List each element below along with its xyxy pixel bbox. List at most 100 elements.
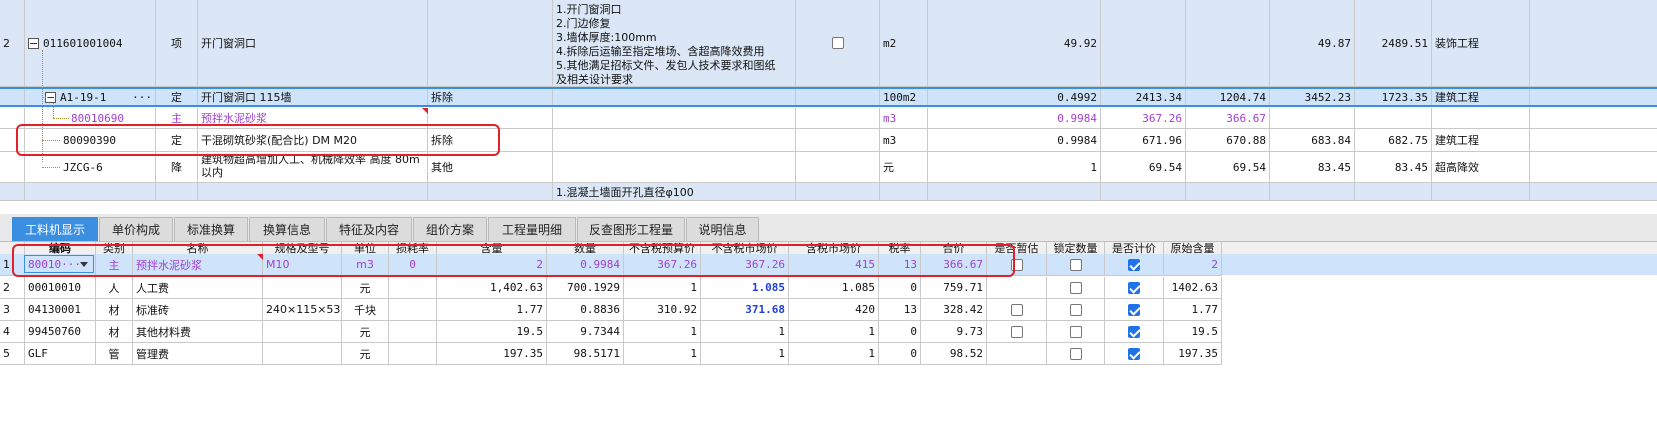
- content-cell[interactable]: 1.77: [437, 299, 547, 320]
- checked-checkbox[interactable]: [1128, 303, 1140, 316]
- tax-cell[interactable]: 13: [879, 254, 921, 275]
- loss-cell[interactable]: [389, 321, 437, 342]
- table-row[interactable]: 80090390 定 干混砌筑砂浆(配合比) DM M20 拆除 m3 0.99…: [0, 129, 1657, 151]
- features-cell[interactable]: 1.混凝土墙面开孔直径φ100: [553, 183, 796, 200]
- unit-cell[interactable]: 元: [342, 321, 389, 342]
- tax-cell[interactable]: 0: [879, 321, 921, 342]
- table-row[interactable]: 1.混凝土墙面开孔直径φ100: [0, 183, 1657, 200]
- header-taxed-price[interactable]: 含税市场价: [789, 242, 879, 254]
- orig-cell[interactable]: 19.5: [1164, 321, 1222, 342]
- checked-checkbox[interactable]: [1128, 325, 1140, 338]
- code-cell[interactable]: 011601001004: [25, 0, 156, 86]
- priced-cell[interactable]: [1105, 299, 1164, 320]
- priced-cell[interactable]: [1105, 321, 1164, 342]
- p3-cell[interactable]: 415: [789, 254, 879, 275]
- unit-cell[interactable]: 元: [342, 343, 389, 364]
- total-cell[interactable]: 328.42: [921, 299, 987, 320]
- checked-checkbox[interactable]: [1128, 258, 1140, 271]
- tab-quantity-detail[interactable]: 工程量明细: [488, 217, 576, 241]
- header-lock[interactable]: 锁定数量: [1047, 242, 1105, 254]
- spec-cell[interactable]: [428, 183, 553, 200]
- total-cell[interactable]: 366.67: [921, 254, 987, 275]
- checkbox[interactable]: [831, 37, 844, 49]
- tab-standard-conversion[interactable]: 标准换算: [174, 217, 248, 241]
- priced-cell[interactable]: [1105, 343, 1164, 364]
- unit-cell[interactable]: 千块: [342, 299, 389, 320]
- checked-checkbox[interactable]: [1128, 281, 1140, 294]
- code-cell[interactable]: 80010690: [25, 108, 156, 128]
- p2-cell[interactable]: 371.68: [701, 299, 789, 320]
- orig-cell[interactable]: 197.35: [1164, 343, 1222, 364]
- lock-cell[interactable]: [1047, 254, 1105, 275]
- header-total[interactable]: 合价: [921, 242, 987, 254]
- tab-pricing-scheme[interactable]: 组价方案: [413, 217, 487, 241]
- table-row[interactable]: 80010690 主 预拌水泥砂浆 m3 0.9984 367.26 366.6…: [0, 108, 1657, 128]
- header-estimate[interactable]: 是否暂估: [987, 242, 1047, 254]
- header-spec[interactable]: 规格及型号: [263, 242, 342, 254]
- est-cell[interactable]: [987, 299, 1047, 320]
- features-cell[interactable]: [553, 89, 796, 105]
- table-row[interactable]: 3 04130001 材 标准砖 240×115×53 千块 1.77 0.8836 310.9…: [0, 299, 1657, 320]
- total-cell[interactable]: 759.71: [921, 277, 987, 298]
- header-name[interactable]: 名称: [133, 242, 263, 254]
- lock-cell[interactable]: [1047, 321, 1105, 342]
- table-row[interactable]: 2 00010010 人 人工费 元 1,402.63 700.1929 1 1.085 1.08…: [0, 277, 1657, 298]
- qty-cell[interactable]: 700.1929: [547, 277, 624, 298]
- qty-cell[interactable]: 0.9984: [547, 254, 624, 275]
- spec-cell[interactable]: 其他: [428, 152, 553, 182]
- lock-cell[interactable]: [1047, 277, 1105, 298]
- loss-cell[interactable]: [389, 277, 437, 298]
- header-unit[interactable]: 单位: [342, 242, 389, 254]
- p2-cell[interactable]: 1.085: [701, 277, 789, 298]
- tax-cell[interactable]: 0: [879, 343, 921, 364]
- spec-cell[interactable]: 拆除: [428, 89, 553, 105]
- spec-cell[interactable]: [263, 343, 342, 364]
- p3-cell[interactable]: 420: [789, 299, 879, 320]
- loss-cell[interactable]: [389, 299, 437, 320]
- content-cell[interactable]: 19.5: [437, 321, 547, 342]
- header-orig-content[interactable]: 原始含量: [1164, 242, 1222, 254]
- table-row[interactable]: 5 GLF 管 管理费 元 197.35 98.5171 1 1 1 0 98.52 197.35: [0, 343, 1657, 364]
- table-row[interactable]: 4 99450760 材 其他材料费 元 19.5 9.7344 1 1 1 0 9.73 19.5: [0, 321, 1657, 342]
- p3-cell[interactable]: 1: [789, 343, 879, 364]
- spec-cell[interactable]: [263, 321, 342, 342]
- table-row[interactable]: JZCG-6 降 建筑物超高增加人工、机械降效率 高度 80m以内 其他 元 1…: [0, 152, 1657, 182]
- spec-cell[interactable]: M10: [263, 254, 342, 275]
- p1-cell[interactable]: 1: [624, 277, 701, 298]
- tab-unit-price[interactable]: 单价构成: [99, 217, 173, 241]
- tab-features[interactable]: 特征及内容: [326, 217, 412, 241]
- spec-cell[interactable]: [428, 108, 553, 128]
- p2-cell[interactable]: 1: [701, 321, 789, 342]
- qty-cell[interactable]: 0.9984: [928, 108, 1101, 128]
- p2-cell[interactable]: 1: [701, 343, 789, 364]
- est-cell[interactable]: [987, 277, 1047, 298]
- header-qty[interactable]: 数量: [547, 242, 624, 254]
- unit-cell[interactable]: m3: [342, 254, 389, 275]
- tab-description[interactable]: 说明信息: [686, 217, 759, 241]
- name-cell[interactable]: 预拌水泥砂浆: [133, 254, 263, 275]
- table-row-selected[interactable]: A1-19-1 ··· 定 开门窗洞口 115墙 拆除 100m2 0.4992 …: [0, 87, 1657, 107]
- orig-cell[interactable]: 1.77: [1164, 299, 1222, 320]
- total-cell[interactable]: 9.73: [921, 321, 987, 342]
- unit-cell[interactable]: 元: [342, 277, 389, 298]
- checkbox-cell[interactable]: [796, 0, 880, 86]
- checkbox[interactable]: [1069, 303, 1082, 316]
- est-cell[interactable]: [987, 321, 1047, 342]
- loss-cell[interactable]: 0: [389, 254, 437, 275]
- features-cell[interactable]: 1.开门窗洞口 2.门边修复 3.墙体厚度:100mm 4.拆除后运输至指定堆场…: [553, 0, 796, 86]
- header-type[interactable]: 类别: [96, 242, 133, 254]
- checkbox[interactable]: [1069, 258, 1082, 271]
- table-row[interactable]: 2 011601001004 项 开门窗洞口 1.开门窗洞口 2.门边修复 3.…: [0, 0, 1657, 86]
- name-cell[interactable]: 开门窗洞口: [198, 0, 428, 86]
- spec-cell[interactable]: [263, 277, 342, 298]
- p1-cell[interactable]: 1: [624, 343, 701, 364]
- header-budget-price[interactable]: 不含税预算价: [624, 242, 701, 254]
- qty-cell[interactable]: 0.8836: [547, 299, 624, 320]
- priced-cell[interactable]: [1105, 254, 1164, 275]
- checked-checkbox[interactable]: [1128, 347, 1140, 360]
- name-cell[interactable]: 建筑物超高增加人工、机械降效率 高度 80m以内: [198, 152, 428, 182]
- lock-cell[interactable]: [1047, 299, 1105, 320]
- code-cell[interactable]: GLF: [25, 343, 96, 364]
- name-cell[interactable]: 预拌水泥砂浆: [198, 108, 428, 128]
- code-editor-frame[interactable]: [24, 255, 94, 273]
